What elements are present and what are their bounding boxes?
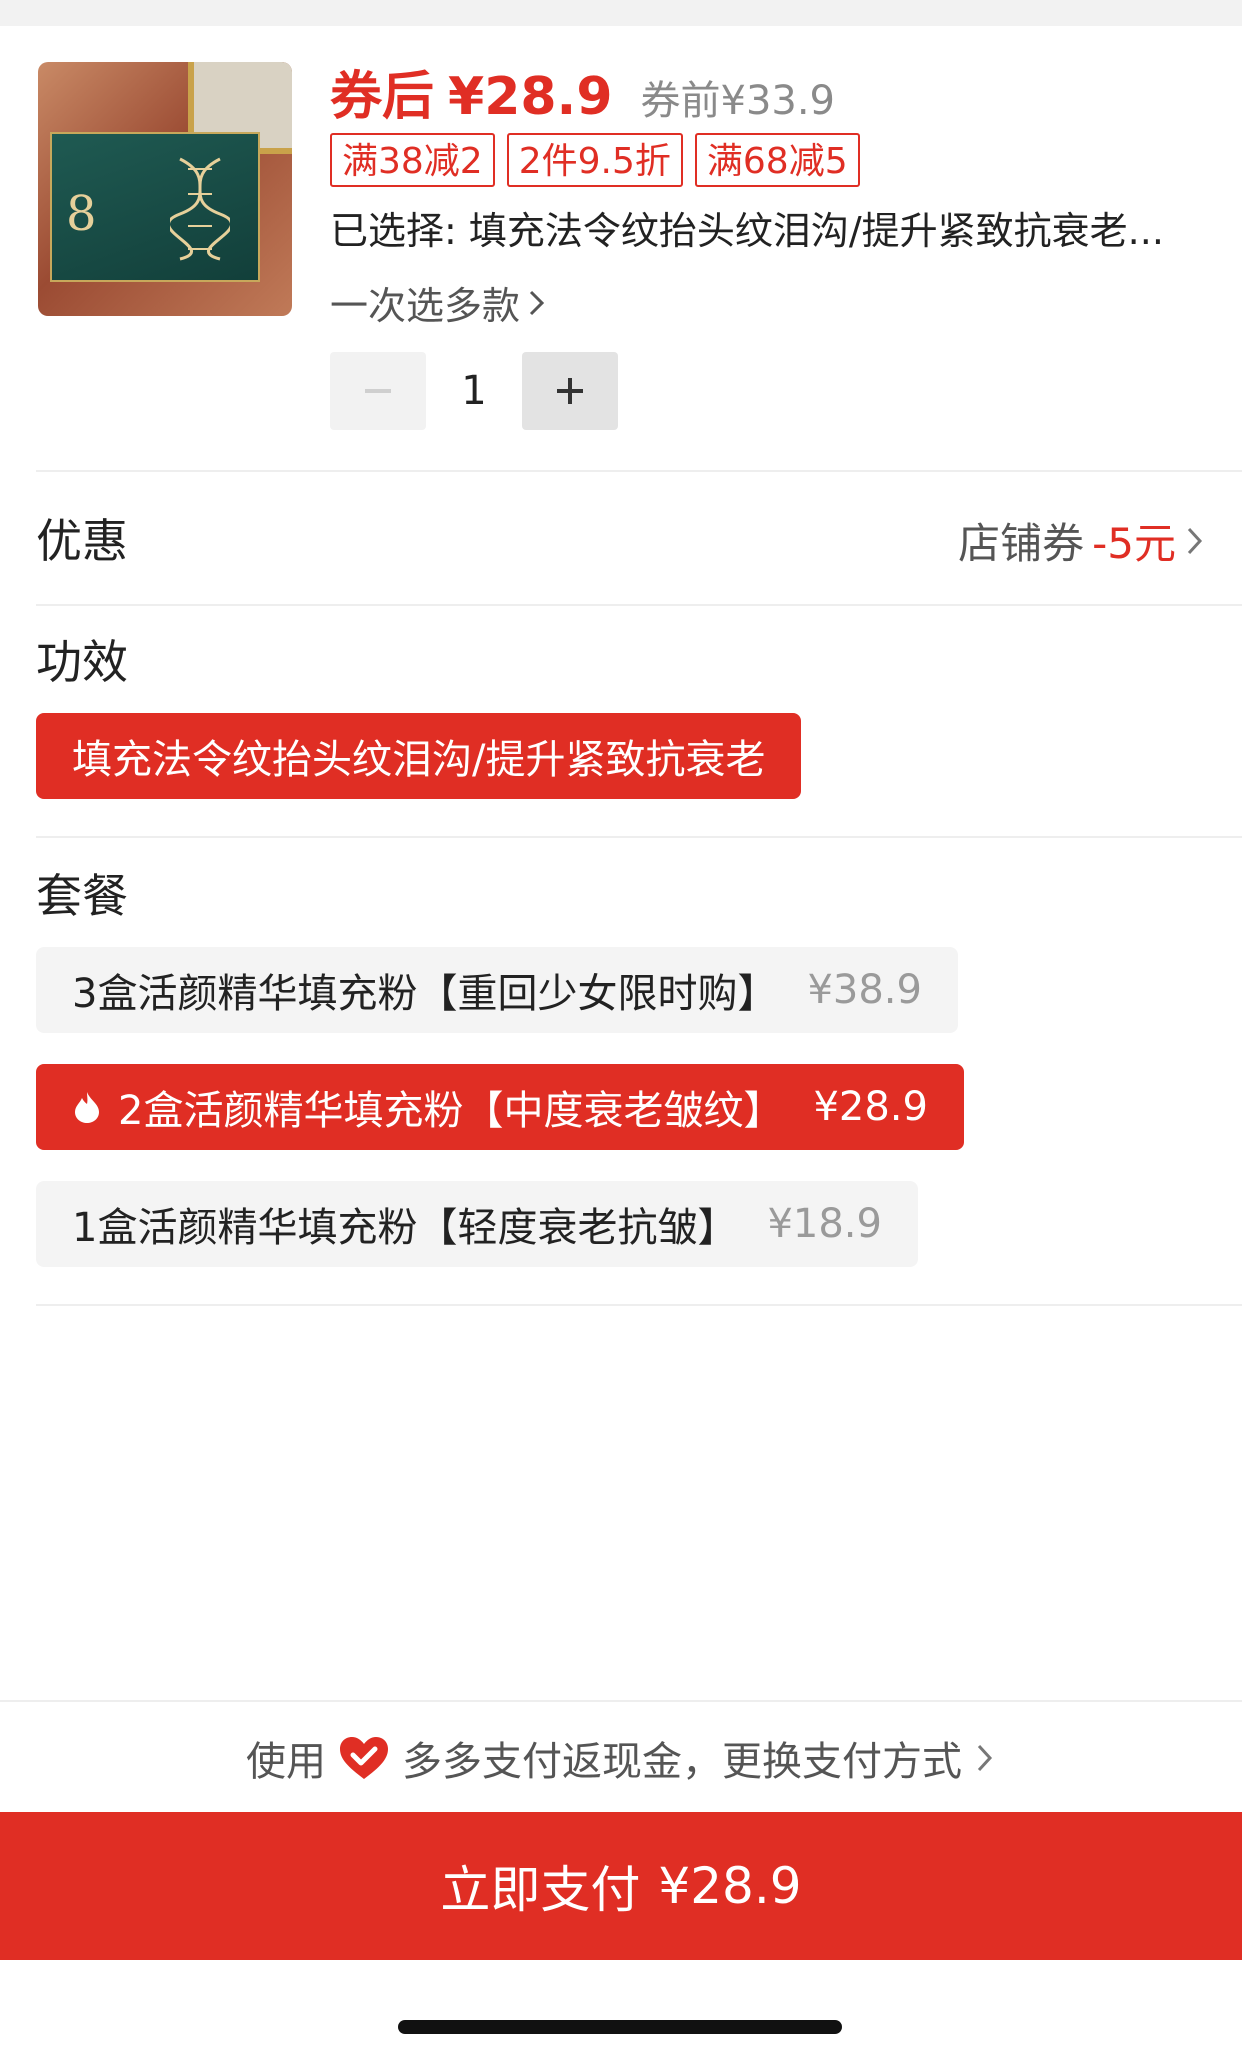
package-option-price: ¥18.9 [767, 1201, 882, 1247]
divider [36, 1304, 1242, 1306]
chevron-right-icon [529, 290, 545, 315]
promo-tag: 满68减5 [694, 133, 860, 187]
checkout-sheet: 8 券后 ¥28.9 券前¥33.9 满38减2 2件9.5折 满68减5 已选… [0, 0, 1242, 2066]
divider [36, 604, 1242, 606]
package-option-label: 3盒活颜精华填充粉【重回少女限时购】 [72, 971, 778, 1017]
product-box-number: 8 [66, 186, 97, 242]
price-row: 券后 ¥28.9 券前¥33.9 [330, 54, 836, 127]
dna-helix-icon [170, 157, 230, 261]
discount-prefix: 店铺券 [958, 519, 1085, 568]
plus-icon [557, 378, 583, 404]
promo-tag: 2件9.5折 [506, 133, 683, 187]
heart-badge-icon [340, 1737, 388, 1779]
product-image-box: 8 [50, 132, 260, 282]
increase-button[interactable] [522, 352, 618, 430]
pay-note-prefix: 使用 [246, 1739, 326, 1785]
multi-select-link[interactable]: 一次选多款 [330, 275, 548, 330]
decrease-button[interactable] [330, 352, 426, 430]
minus-icon [365, 389, 391, 393]
package-option-price: ¥38.9 [807, 967, 922, 1013]
divider [36, 470, 1242, 472]
divider [36, 836, 1242, 838]
selected-spec-text: 已选择: 填充法令纹抬头纹泪沟/提升紧致抗衰老... [330, 209, 1164, 253]
effect-option[interactable]: 填充法令纹抬头纹泪沟/提升紧致抗衰老 [36, 713, 802, 799]
home-indicator[interactable] [398, 2020, 842, 2034]
package-option-price: ¥28.9 [813, 1084, 928, 1130]
product-image[interactable]: 8 [38, 62, 292, 316]
discount-label: 优惠 [36, 514, 128, 568]
package-option-label: 2盒活颜精华填充粉【中度衰老皱纹】 [118, 1088, 784, 1134]
top-strip [0, 0, 1242, 26]
flame-icon [75, 1092, 99, 1123]
package-option-label: 1盒活颜精华填充粉【轻度衰老抗皱】 [72, 1205, 738, 1251]
discount-amount: -5元 [1092, 519, 1176, 568]
price-before: 券前¥33.9 [640, 78, 836, 124]
payment-method-link[interactable]: 使用 多多支付返现金，更换支付方式 [0, 1700, 1242, 1814]
package-option-1-box[interactable]: 1盒活颜精华填充粉【轻度衰老抗皱】 ¥18.9 [36, 1181, 918, 1267]
pay-button-label: 立即支付 [440, 1861, 641, 1919]
pay-now-button[interactable]: 立即支付 ¥28.9 [0, 1812, 1242, 1960]
price-after-label: 券后 [330, 67, 435, 127]
multi-select-label: 一次选多款 [330, 284, 521, 328]
price-after-value: ¥28.9 [448, 67, 613, 127]
package-section-title: 套餐 [36, 869, 128, 923]
chevron-right-icon [977, 1744, 993, 1772]
promo-tags: 满38减2 2件9.5折 满68减5 [330, 133, 860, 187]
effect-option-label: 填充法令纹抬头纹泪沟/提升紧致抗衰老 [72, 737, 766, 783]
effect-section-title: 功效 [36, 635, 128, 689]
package-option-3-boxes[interactable]: 3盒活颜精华填充粉【重回少女限时购】 ¥38.9 [36, 947, 958, 1033]
pay-button-price: ¥28.9 [658, 1857, 802, 1915]
chevron-right-icon [1187, 527, 1203, 554]
discount-selector[interactable]: 店铺券 -5元 [958, 510, 1206, 571]
quantity-stepper: 1 [330, 352, 618, 430]
quantity-value[interactable]: 1 [426, 368, 522, 414]
promo-tag: 满38减2 [330, 133, 495, 187]
package-option-2-boxes[interactable]: 2盒活颜精华填充粉【中度衰老皱纹】 ¥28.9 [36, 1064, 964, 1150]
pay-note-text: 多多支付返现金，更换支付方式 [402, 1739, 962, 1785]
